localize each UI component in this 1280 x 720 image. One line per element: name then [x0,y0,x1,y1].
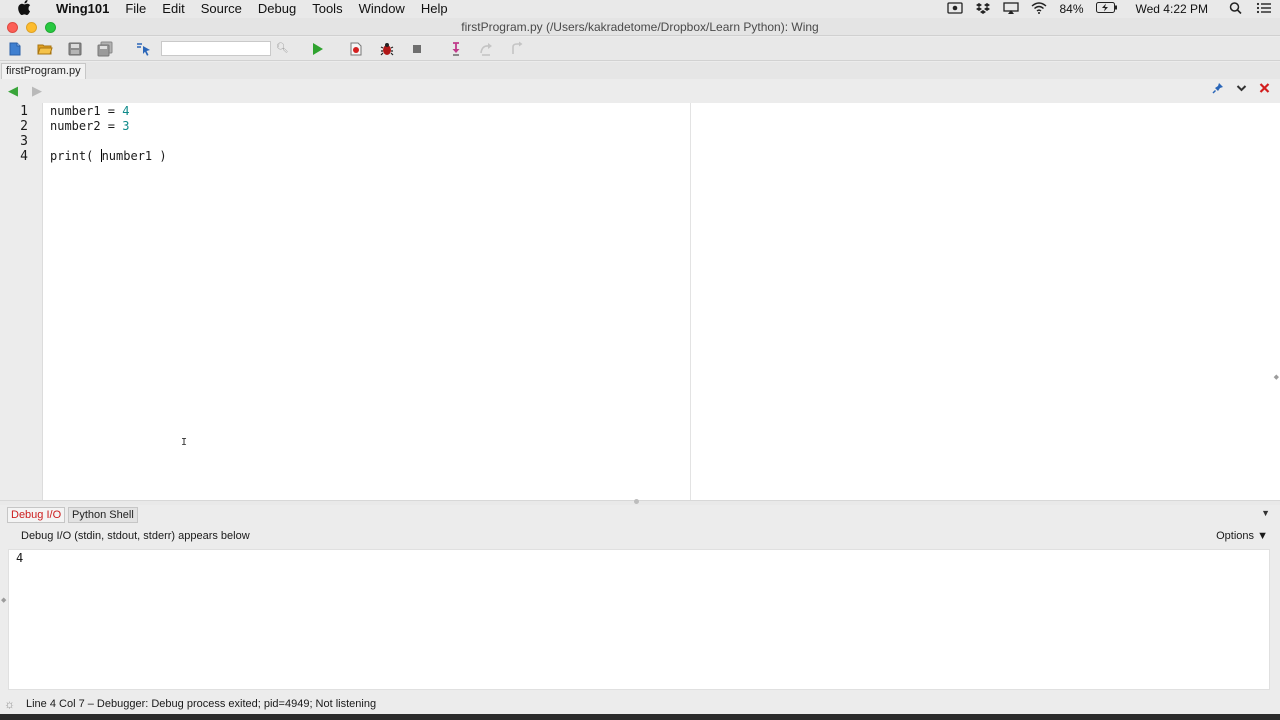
window-bottom-edge [0,714,1280,720]
save-all-icon[interactable] [97,41,113,57]
menu-debug[interactable]: Debug [250,0,304,18]
line-number-gutter: 1 2 3 4 [0,103,43,500]
right-resize-handle[interactable]: ◆ [1274,373,1279,381]
step-out-icon[interactable] [508,41,524,57]
dropbox-icon[interactable] [975,2,991,17]
run-icon[interactable] [309,41,325,57]
line-number: 2 [20,119,28,134]
panel-menu-chevron-icon[interactable]: ▼ [1261,508,1270,518]
code-line[interactable]: number2 = 3 [50,119,129,133]
bottom-panel-tabs: Debug I/O Python Shell [0,506,1280,524]
new-file-icon[interactable] [7,41,23,57]
wifi-icon[interactable] [1031,1,1047,17]
code-editor[interactable] [43,103,1280,500]
menu-edit[interactable]: Edit [154,0,192,18]
code-number: 4 [122,104,130,118]
editor-options [1212,82,1270,97]
spotlight-search-icon[interactable] [1228,1,1244,17]
tab-python-shell[interactable]: Python Shell [68,507,138,523]
editor-nav-row: ◀ ▶ [0,80,1280,102]
line-number: 3 [20,134,28,149]
chevron-down-icon[interactable] [1236,82,1247,97]
menu-app[interactable]: Wing101 [48,0,117,18]
save-icon[interactable] [67,41,83,57]
menu-tools[interactable]: Tools [304,0,350,18]
menu-file[interactable]: File [117,0,154,18]
menu-source[interactable]: Source [193,0,250,18]
debug-io-info: Debug I/O (stdin, stdout, stderr) appear… [21,530,250,542]
code-text: number1 = [50,104,123,118]
goto-definition-icon[interactable] [136,41,152,57]
code-number: 3 [122,119,130,133]
edge-guide-line [690,103,691,500]
apple-logo-icon[interactable] [18,0,34,18]
airplay-icon[interactable] [1003,1,1020,17]
splitter-handle[interactable] [634,499,639,504]
window-title: firstProgram.py (/Users/kakradetome/Drop… [461,20,819,34]
left-resize-handle[interactable]: ◆ [1,596,6,604]
pin-icon[interactable] [1212,82,1224,97]
code-text: number2 = [50,119,123,133]
menu-window[interactable]: Window [351,0,413,18]
window-title-bar: firstProgram.py (/Users/kakradetome/Drop… [0,18,1280,36]
code-text: number1 ) [101,149,167,163]
close-editor-icon[interactable] [1259,82,1270,97]
notification-center-icon[interactable] [1256,2,1272,17]
forward-arrow-icon[interactable]: ▶ [32,83,42,99]
debug-output-area[interactable]: 4 [8,549,1270,690]
search-icon[interactable]: 🔍︎ [276,43,289,54]
toolbar-search-input[interactable] [161,41,271,56]
debug-bug-icon[interactable] [379,41,395,57]
open-folder-icon[interactable] [37,41,53,57]
breakpoint-icon[interactable] [348,41,364,57]
options-menu-button[interactable]: Options ▼ [1216,530,1268,542]
menu-bar: Wing101 File Edit Source Debug Tools Win… [0,0,1280,18]
status-menus: 84% Wed 4:22 PM [947,0,1272,18]
tab-firstprogram[interactable]: firstProgram.py [1,63,86,79]
options-label: Options [1216,530,1255,542]
stop-icon[interactable] [409,41,425,57]
code-line[interactable]: print( number1 ) [50,149,167,163]
debug-io-header: Debug I/O (stdin, stdout, stderr) appear… [0,526,1280,548]
code-text: print( [50,149,101,163]
output-text: 4 [16,551,24,565]
step-over-icon[interactable] [478,41,494,57]
status-bar: ☼ Line 4 Col 7 – Debugger: Debug process… [0,694,1280,714]
line-number: 1 [20,104,28,119]
code-line[interactable]: number1 = 4 [50,104,129,118]
mouse-ibeam-cursor-icon: I [181,437,188,448]
step-into-icon[interactable] [448,41,464,57]
panel-splitter[interactable] [0,500,1280,505]
back-arrow-icon[interactable]: ◀ [8,83,18,99]
options-chevron-icon: ▼ [1257,530,1268,542]
screen-record-icon[interactable] [947,1,964,17]
battery-icon[interactable] [1095,2,1118,16]
tab-debug-io[interactable]: Debug I/O [7,507,66,523]
debugger-status-icon[interactable]: ☼ [4,697,15,711]
line-number: 4 [20,149,28,164]
editor-tab-row: firstProgram.py [0,62,1280,79]
menu-help[interactable]: Help [413,0,456,18]
status-text: Line 4 Col 7 – Debugger: Debug process e… [26,698,377,710]
battery-percent: 84% [1059,2,1084,16]
clock[interactable]: Wed 4:22 PM [1136,2,1208,16]
